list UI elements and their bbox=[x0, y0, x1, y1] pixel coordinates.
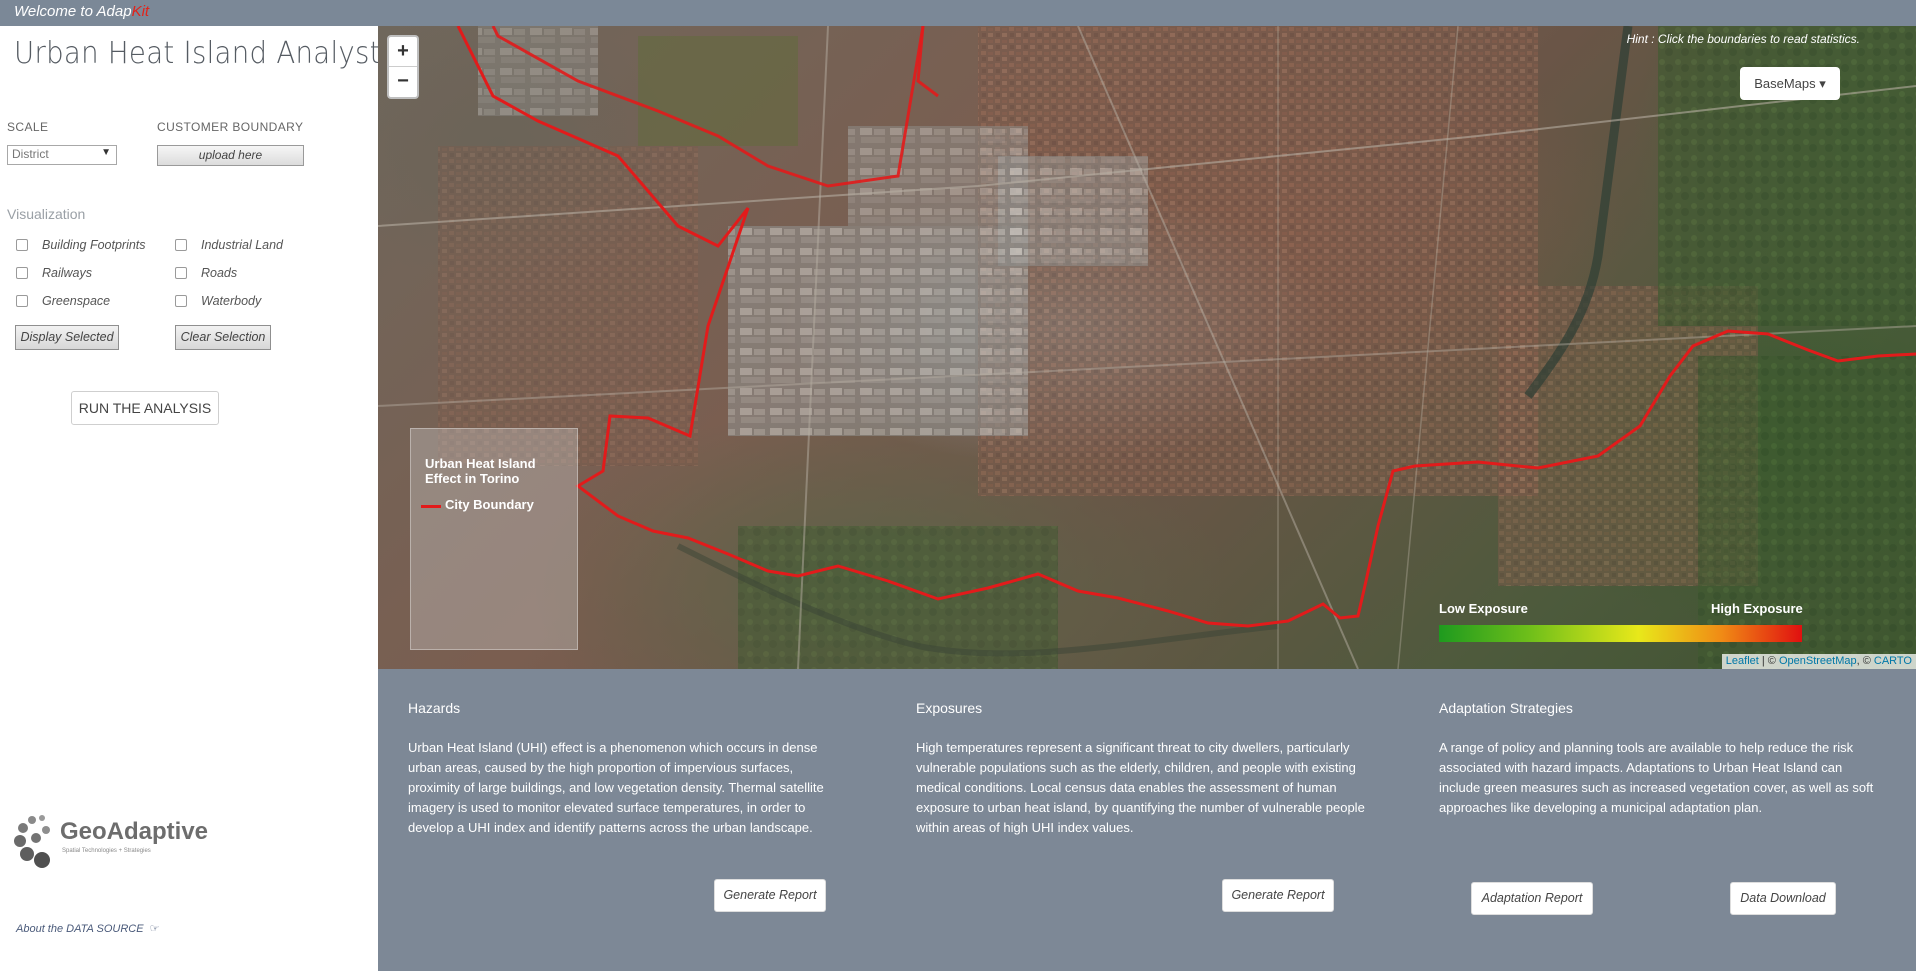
run-analysis-button[interactable]: RUN THE ANALYSIS bbox=[71, 391, 219, 425]
pointing-hand-icon: ☞ bbox=[149, 923, 160, 935]
adaptation-text: A range of policy and planning tools are… bbox=[1439, 740, 1874, 815]
geoadaptive-logo: GeoAdaptive Spatial Technologies + Strat… bbox=[14, 808, 208, 883]
legend-title: Urban Heat Island Effect in Torino bbox=[425, 456, 536, 486]
layer-roads[interactable]: Roads bbox=[175, 266, 237, 280]
scale-label: SCALE bbox=[7, 120, 49, 134]
top-bar: Welcome to AdapKit bbox=[0, 0, 1916, 26]
layer-label: Roads bbox=[201, 266, 238, 280]
upload-boundary-button[interactable]: upload here bbox=[157, 145, 304, 166]
layer-label: Greenspace bbox=[42, 294, 111, 308]
display-selected-button[interactable]: Display Selected bbox=[15, 325, 119, 350]
layer-label: Waterbody bbox=[201, 294, 262, 308]
exposures-generate-report-button[interactable]: Generate Report bbox=[1222, 879, 1334, 912]
welcome-accent: Kit bbox=[131, 3, 150, 20]
data-source-link[interactable]: About the DATA SOURCE ☞ bbox=[16, 922, 159, 935]
map-attribution: Leaflet | © OpenStreetMap, © CARTO bbox=[1721, 654, 1916, 669]
exposure-low-label: Low Exposure bbox=[1439, 601, 1528, 616]
map-hint: Hint : Click the boundaries to read stat… bbox=[1626, 32, 1860, 46]
customer-boundary-label: CUSTOMER BOUNDARY bbox=[157, 120, 304, 134]
data-source-label: About the DATA SOURCE bbox=[16, 923, 144, 935]
data-download-button[interactable]: Data Download bbox=[1730, 882, 1836, 915]
map-imagery bbox=[378, 26, 1916, 669]
basemaps-dropdown[interactable]: BaseMaps ▾ bbox=[1740, 67, 1840, 100]
osm-link[interactable]: OpenStreetMap bbox=[1779, 655, 1857, 667]
welcome-text: Welcome to AdapKit bbox=[14, 3, 149, 20]
exposure-high-label: High Exposure bbox=[1711, 601, 1803, 616]
hazards-generate-report-button[interactable]: Generate Report bbox=[714, 879, 826, 912]
industrial-land-checkbox[interactable] bbox=[175, 239, 187, 251]
adaptation-title: Adaptation Strategies bbox=[1439, 700, 1573, 716]
layer-label: Railways bbox=[42, 266, 93, 280]
welcome-prefix: Welcome to Adap bbox=[14, 3, 132, 20]
layer-industrial-land[interactable]: Industrial Land bbox=[175, 238, 283, 252]
layer-greenspace[interactable]: Greenspace bbox=[16, 294, 110, 308]
logo-text: GeoAdaptive bbox=[60, 818, 209, 845]
map-legend: Urban Heat Island Effect in Torino City … bbox=[410, 428, 578, 650]
exposures-title: Exposures bbox=[916, 700, 983, 716]
boundary-swatch bbox=[421, 505, 441, 508]
carto-link[interactable]: CARTO bbox=[1874, 655, 1912, 667]
attribution-separator: | © bbox=[1758, 655, 1779, 667]
layer-building-footprints[interactable]: Building Footprints bbox=[16, 238, 146, 252]
layer-railways[interactable]: Railways bbox=[16, 266, 92, 280]
hazards-title: Hazards bbox=[408, 700, 461, 716]
layer-label: Industrial Land bbox=[201, 238, 284, 252]
railways-checkbox[interactable] bbox=[16, 267, 28, 279]
exposure-gradient-bar bbox=[1439, 625, 1802, 642]
logo-tagline: Spatial Technologies + Strategies bbox=[62, 848, 151, 854]
zoom-control: + − bbox=[387, 35, 419, 99]
leaflet-link[interactable]: Leaflet bbox=[1726, 655, 1759, 667]
app-title: Urban Heat Island Analyst bbox=[14, 36, 381, 71]
roads-checkbox[interactable] bbox=[175, 267, 187, 279]
exposures-text: High temperatures represent a significan… bbox=[916, 740, 1365, 835]
info-panel: Hazards Urban Heat Island (UHI) effect i… bbox=[378, 669, 1916, 971]
adaptation-report-button[interactable]: Adaptation Report bbox=[1471, 882, 1593, 915]
greenspace-checkbox[interactable] bbox=[16, 295, 28, 307]
attribution-separator: , © bbox=[1856, 655, 1874, 667]
hazards-text: Urban Heat Island (UHI) effect is a phen… bbox=[408, 740, 824, 835]
scale-select[interactable]: District ▼ bbox=[7, 145, 117, 165]
scale-select-value: District bbox=[12, 147, 49, 161]
layer-waterbody[interactable]: Waterbody bbox=[175, 294, 261, 308]
map-view[interactable]: + − Hint : Click the boundaries to read … bbox=[378, 26, 1916, 669]
legend-item-label: City Boundary bbox=[445, 497, 534, 512]
waterbody-checkbox[interactable] bbox=[175, 295, 187, 307]
visualization-label: Visualization bbox=[7, 206, 86, 222]
sidebar: Urban Heat Island Analyst SCALE CUSTOMER… bbox=[0, 26, 381, 971]
clear-selection-button[interactable]: Clear Selection bbox=[175, 325, 271, 350]
chevron-down-icon: ▼ bbox=[101, 147, 111, 158]
zoom-in-button[interactable]: + bbox=[389, 37, 417, 67]
building-footprints-checkbox[interactable] bbox=[16, 239, 28, 251]
layer-label: Building Footprints bbox=[42, 238, 146, 252]
logo-dots-icon bbox=[14, 815, 50, 868]
zoom-out-button[interactable]: − bbox=[389, 67, 417, 97]
